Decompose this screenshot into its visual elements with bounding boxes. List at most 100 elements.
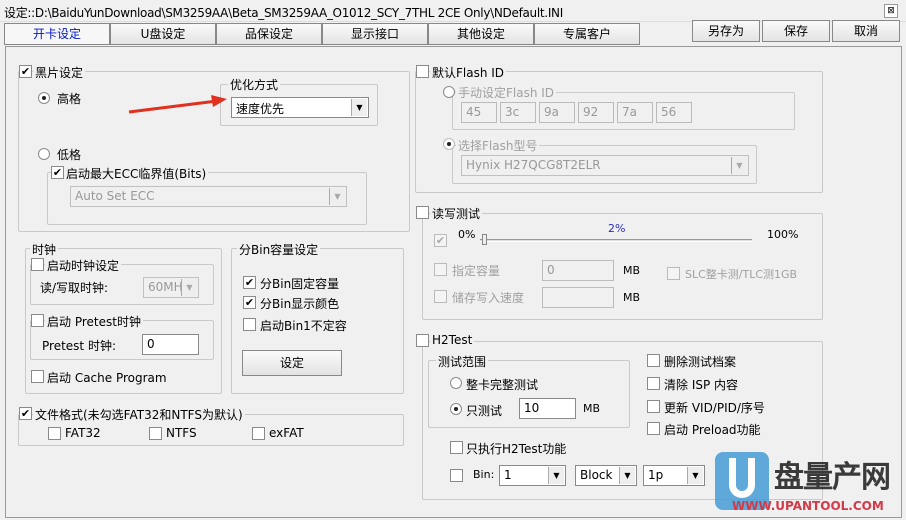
pretest-clock-input[interactable]: 0 xyxy=(142,334,199,355)
bin-checkbox[interactable] xyxy=(450,469,463,482)
flash-id-checkbox[interactable] xyxy=(416,65,429,78)
high-format-radio[interactable] xyxy=(38,92,50,104)
clear-isp-label: 清除 ISP 内容 xyxy=(664,378,739,392)
cancel-button[interactable]: 取消 xyxy=(832,20,900,42)
bin-label: 分Bin容量设定 xyxy=(237,241,321,258)
ntfs-checkbox[interactable] xyxy=(149,427,162,440)
black-chip-label: 黑片设定 xyxy=(33,64,86,81)
bin-p-value: 1p xyxy=(648,468,664,482)
watermark-text: 盘量产网 xyxy=(774,460,891,495)
bin1-label: 启动Bin1不定容 xyxy=(260,319,347,333)
flash-id-field[interactable]: 56 xyxy=(656,102,692,123)
capacity-checkbox[interactable] xyxy=(434,263,447,276)
flash-id-label: 默认Flash ID xyxy=(430,64,507,81)
tab-qa-settings[interactable]: 品保设定 xyxy=(216,23,322,45)
partial-test-unit: MB xyxy=(583,402,601,415)
partial-test-radio[interactable] xyxy=(450,403,462,415)
capacity-unit: MB xyxy=(623,264,641,277)
chevron-down-icon: ▼ xyxy=(687,467,703,484)
pretest-clock-label: Pretest 时钟: xyxy=(42,339,116,353)
preload-checkbox[interactable] xyxy=(647,422,660,435)
flash-model-select[interactable]: Hynix H27QCG8T2ELR ▼ xyxy=(461,155,749,176)
write-speed-checkbox[interactable] xyxy=(434,290,447,303)
clock-enable-checkbox[interactable] xyxy=(31,258,44,271)
chevron-down-icon: ▼ xyxy=(181,279,197,296)
h2test-only-label: 只执行H2Test功能 xyxy=(466,442,567,456)
cache-program-checkbox[interactable] xyxy=(31,370,44,383)
flash-id-field[interactable]: 45 xyxy=(461,102,497,123)
flash-model-radio[interactable] xyxy=(443,138,455,150)
bin1-checkbox[interactable] xyxy=(243,318,256,331)
rw-slider-track[interactable] xyxy=(480,239,752,242)
full-test-label: 整卡完整测试 xyxy=(466,378,539,392)
cache-program-label: 启动 Cache Program xyxy=(47,371,167,385)
rw-clock-select[interactable]: 60MHz ▼ xyxy=(143,277,199,298)
bin-color-checkbox[interactable]: ✔ xyxy=(243,296,256,309)
partial-test-label: 只测试 xyxy=(466,404,503,418)
close-button[interactable]: ⊠ xyxy=(884,4,898,18)
clock-enable-label: 启动时钟设定 xyxy=(45,257,122,274)
optimize-label: 优化方式 xyxy=(228,76,281,93)
capacity-input[interactable]: 0 xyxy=(542,260,614,281)
bin-select-label: Bin: xyxy=(473,468,495,481)
bin-fixed-label: 分Bin固定容量 xyxy=(260,277,340,291)
bin-unit-select[interactable]: Block ▼ xyxy=(575,465,637,486)
rw-progress-checkbox[interactable]: ✔ xyxy=(434,234,447,247)
flash-id-field[interactable]: 3c xyxy=(500,102,536,123)
slc-checkbox[interactable] xyxy=(667,267,680,280)
write-speed-unit: MB xyxy=(623,291,641,304)
delete-test-files-checkbox[interactable] xyxy=(647,354,660,367)
tab-custom[interactable]: 专属客户 xyxy=(534,23,640,45)
exfat-checkbox[interactable] xyxy=(252,427,265,440)
rw-test-checkbox[interactable] xyxy=(416,206,429,219)
fat32-label: FAT32 xyxy=(65,426,101,440)
bin-set-button[interactable]: 设定 xyxy=(242,350,342,376)
filesystem-label: 文件格式(未勾选FAT32和NTFS为默认) xyxy=(33,406,245,423)
bin-color-label: 分Bin显示颜色 xyxy=(260,297,340,311)
h2test-only-checkbox[interactable] xyxy=(450,441,463,454)
rw-test-label: 读写测试 xyxy=(430,205,483,222)
pretest-checkbox[interactable] xyxy=(31,314,44,327)
bin-number-value: 1 xyxy=(504,468,512,482)
black-chip-checkbox[interactable]: ✔ xyxy=(19,65,32,78)
rw-slider-thumb[interactable] xyxy=(482,234,488,245)
tab-udisk-settings[interactable]: U盘设定 xyxy=(110,23,216,45)
update-vid-checkbox[interactable] xyxy=(647,400,660,413)
h2test-checkbox[interactable] xyxy=(416,334,429,347)
clock-label: 时钟 xyxy=(30,241,59,258)
low-format-radio[interactable] xyxy=(38,148,50,160)
fat32-checkbox[interactable] xyxy=(48,427,61,440)
bin-fixed-checkbox[interactable]: ✔ xyxy=(243,276,256,289)
test-range-label: 测试范围 xyxy=(436,353,489,370)
chevron-down-icon: ▼ xyxy=(731,157,747,174)
window-title: 设定::D:\BaiduYunDownload\SM3259AA\Beta_SM… xyxy=(4,6,563,20)
ecc-checkbox[interactable]: ✔ xyxy=(51,166,64,179)
filesystem-checkbox[interactable]: ✔ xyxy=(19,407,32,420)
bin-p-select[interactable]: 1p ▼ xyxy=(643,465,705,486)
write-speed-input[interactable] xyxy=(542,287,614,308)
manual-flash-radio[interactable] xyxy=(443,86,455,98)
clear-isp-checkbox[interactable] xyxy=(647,377,660,390)
slider-max-label: 100% xyxy=(767,228,799,241)
tab-display[interactable]: 显示接口 xyxy=(322,23,428,45)
flash-id-field[interactable]: 92 xyxy=(578,102,614,123)
ntfs-label: NTFS xyxy=(166,426,197,440)
pretest-enable-label: 启动 Pretest时钟 xyxy=(45,313,143,330)
partial-test-input[interactable]: 10 xyxy=(519,398,576,419)
watermark-url: WWW.UPANTOOL.COM xyxy=(732,499,884,513)
preload-label: 启动 Preload功能 xyxy=(664,423,761,437)
full-test-radio[interactable] xyxy=(450,377,462,389)
slider-min-label: 0% xyxy=(458,228,476,241)
bin-number-select[interactable]: 1 ▼ xyxy=(499,465,566,486)
ecc-select[interactable]: Auto Set ECC ▼ xyxy=(70,186,347,207)
red-arrow-annotation xyxy=(128,95,227,114)
flash-id-field[interactable]: 9a xyxy=(539,102,575,123)
flash-id-field[interactable]: 7a xyxy=(617,102,653,123)
tab-card-settings[interactable]: 开卡设定 xyxy=(4,23,110,45)
watermark-logo: 盘量产网 WWW.UPANTOOL.COM xyxy=(712,450,902,516)
save-as-button[interactable]: 另存为 xyxy=(692,20,760,42)
save-button[interactable]: 保存 xyxy=(762,20,830,42)
chevron-down-icon: ▼ xyxy=(351,99,367,116)
tab-other[interactable]: 其他设定 xyxy=(428,23,534,45)
optimize-select[interactable]: 速度优先 ▼ xyxy=(231,97,369,118)
